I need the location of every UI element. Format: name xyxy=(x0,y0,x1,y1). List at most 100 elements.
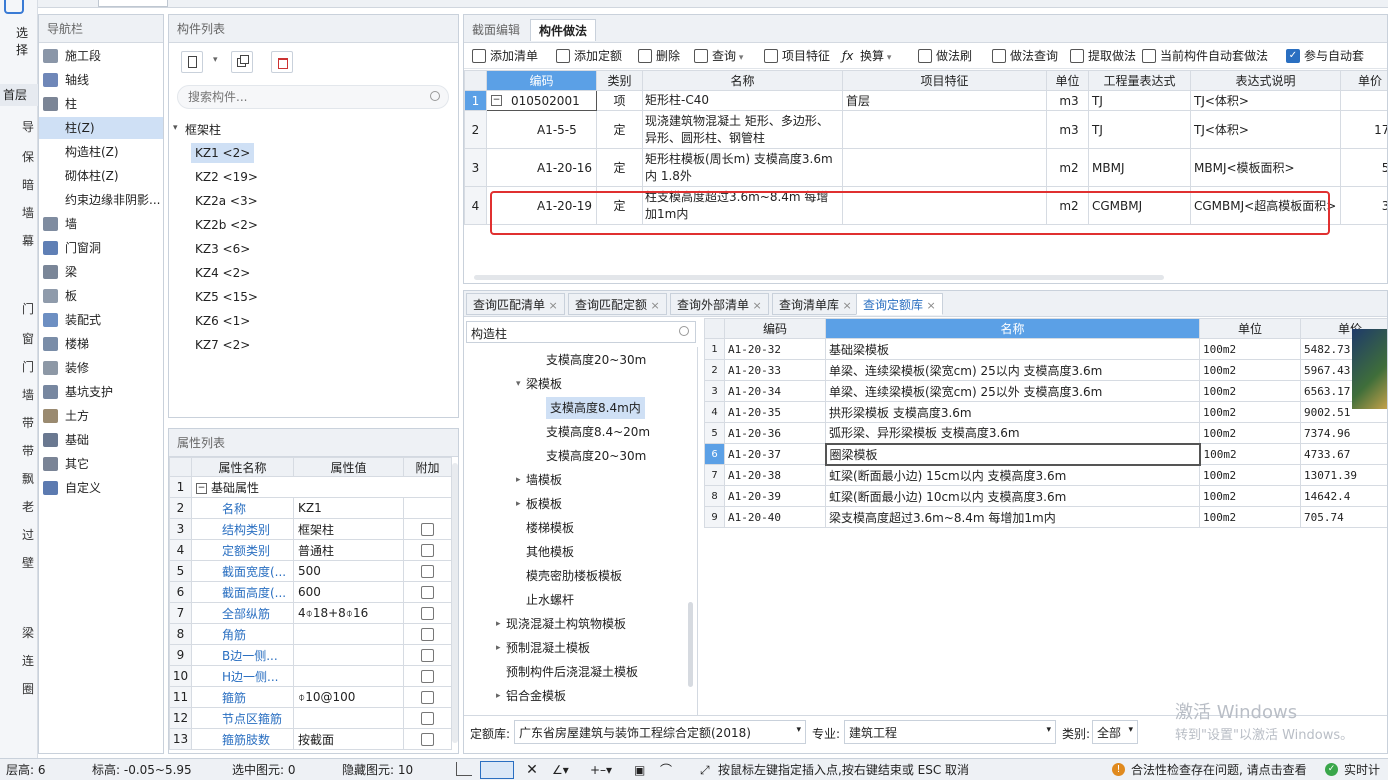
extra-checkbox[interactable] xyxy=(421,670,434,683)
query-tree-item[interactable]: ▸铝合金模板 xyxy=(506,685,566,707)
method-cell-type[interactable]: 定 xyxy=(597,111,643,149)
toolbar-button[interactable]: 查询 ▾ xyxy=(692,43,743,69)
toolbar-button[interactable]: 做法刷 xyxy=(916,43,972,69)
status-warning[interactable]: 合法性检查存在问题, 请点击查看 xyxy=(1131,759,1307,781)
method-row[interactable]: 3A1-20-16定矩形柱模板(周长m) 支模高度3.6m内 1.8外m2MBM… xyxy=(465,149,1388,187)
property-value[interactable]: KZ1 xyxy=(294,498,404,519)
nav-item[interactable]: 基坑支护 xyxy=(39,381,163,403)
method-cell-type[interactable]: 项 xyxy=(597,91,643,111)
toolbar-button[interactable]: 添加定额 xyxy=(554,43,622,69)
quota-row[interactable]: 9A1-20-40梁支模高度超过3.6m~8.4m 每增加1m内100m2705… xyxy=(705,507,1388,528)
query-tree-item[interactable]: 其他模板 xyxy=(526,541,574,563)
new-component-icon[interactable] xyxy=(181,51,203,73)
quota-cell-unit[interactable]: 100m2 xyxy=(1200,360,1301,381)
quota-row[interactable]: 3A1-20-34单梁、连续梁模板(梁宽cm) 25以外 支模高度3.6m100… xyxy=(705,381,1388,402)
method-cell-expr[interactable]: CGMBMJ xyxy=(1089,187,1191,225)
quota-cell-name[interactable]: 单梁、连续梁模板(梁宽cm) 25以内 支模高度3.6m xyxy=(826,360,1200,381)
extra-checkbox[interactable] xyxy=(421,691,434,704)
method-cell-desc[interactable]: TJ<体积> xyxy=(1191,91,1341,111)
component-item[interactable]: KZ3 <6> xyxy=(191,239,254,259)
toolbar-button[interactable]: 提取做法 xyxy=(1068,43,1136,69)
nav-item[interactable]: 轴线 xyxy=(39,69,163,91)
quota-cell-price[interactable]: 705.74 xyxy=(1301,507,1388,528)
method-cell-price[interactable]: 55 xyxy=(1341,149,1388,187)
component-search-input[interactable] xyxy=(188,89,418,105)
nav-item[interactable]: 墙 xyxy=(39,213,163,235)
toolbar-button[interactable]: 做法查询 xyxy=(990,43,1058,69)
property-row[interactable]: 6截面高度(...600 xyxy=(170,582,452,603)
status-realtime-check[interactable]: 实时计 xyxy=(1344,759,1380,781)
method-cell-feature[interactable] xyxy=(843,187,1047,225)
property-value[interactable]: 框架柱 xyxy=(294,519,404,540)
query-tab[interactable]: 查询定额库 × xyxy=(856,293,943,315)
toolbar-button[interactable]: ✓参与自动套 xyxy=(1284,43,1364,69)
arc-icon[interactable]: ⌒ xyxy=(660,761,684,779)
left-strip-item[interactable]: 连 xyxy=(22,652,34,669)
quota-cell-name[interactable]: 圈梁模板 xyxy=(826,444,1200,465)
method-cell-price[interactable]: 175 xyxy=(1341,111,1388,149)
chevron-right-icon[interactable]: ▸ xyxy=(496,613,501,635)
component-item[interactable]: KZ4 <2> xyxy=(191,263,254,283)
quota-row[interactable]: 6A1-20-37圈梁模板100m24733.67 xyxy=(705,444,1388,465)
floor-label[interactable]: 首层 xyxy=(0,84,38,106)
component-item[interactable]: KZ6 <1> xyxy=(191,311,254,331)
property-row[interactable]: 4定额类别普通柱 xyxy=(170,540,452,561)
query-tree-item[interactable]: 止水螺杆 xyxy=(526,589,574,611)
method-cell-type[interactable]: 定 xyxy=(597,187,643,225)
property-value[interactable]: ⌽10@100 xyxy=(294,687,404,708)
quota-cell-code[interactable]: A1-20-32 xyxy=(725,339,826,360)
tree-collapse-icon[interactable]: ▾ xyxy=(173,123,178,133)
nav-item[interactable]: 约束边缘非阴影... xyxy=(39,189,163,211)
method-cell-desc[interactable]: CGMBMJ<超高模板面积> xyxy=(1191,187,1341,225)
component-item[interactable]: KZ2a <3> xyxy=(191,191,262,211)
query-tree-item[interactable]: ▸墙模板 xyxy=(526,469,562,491)
method-cell-feature[interactable]: 首层 xyxy=(843,91,1047,111)
spec-select[interactable]: 建筑工程 ▾ xyxy=(844,720,1056,744)
nav-item[interactable]: 土方 xyxy=(39,405,163,427)
top-input[interactable] xyxy=(98,0,168,7)
method-cell-unit[interactable]: m2 xyxy=(1047,149,1089,187)
quota-cell-code[interactable]: A1-20-39 xyxy=(725,486,826,507)
nav-item[interactable]: 自定义 xyxy=(39,477,163,499)
left-strip-item[interactable]: 老 xyxy=(22,498,34,515)
left-strip-item[interactable]: 导 xyxy=(22,118,34,135)
property-row[interactable]: 2名称KZ1 xyxy=(170,498,452,519)
quota-cell-unit[interactable]: 100m2 xyxy=(1200,507,1301,528)
property-row[interactable]: 10H边一侧... xyxy=(170,666,452,687)
method-cell-expr[interactable]: TJ xyxy=(1089,91,1191,111)
method-cell-name[interactable]: 矩形柱-C40 xyxy=(643,91,843,111)
quota-cell-code[interactable]: A1-20-37 xyxy=(725,444,826,465)
method-cell-feature[interactable] xyxy=(843,111,1047,149)
component-item[interactable]: KZ7 <2> xyxy=(191,335,254,355)
close-icon[interactable]: × xyxy=(839,299,852,312)
angle-icon[interactable]: ∠▾ xyxy=(552,761,580,779)
nav-item[interactable]: 梁 xyxy=(39,261,163,283)
component-item[interactable]: KZ2 <19> xyxy=(191,167,262,187)
tab-section-edit[interactable]: 截面编辑 xyxy=(464,19,528,41)
select-tool-icon[interactable] xyxy=(4,0,24,14)
left-strip-item[interactable]: 壁 xyxy=(22,554,34,571)
ortho-icon[interactable] xyxy=(456,762,472,776)
query-tree-item[interactable]: ▾梁模板 xyxy=(526,373,562,395)
property-value[interactable]: 普通柱 xyxy=(294,540,404,561)
method-cell-expr[interactable]: MBMJ xyxy=(1089,149,1191,187)
quota-cell-name[interactable]: 弧形梁、异形梁模板 支模高度3.6m xyxy=(826,423,1200,444)
method-cell-code[interactable]: A1-5-5 xyxy=(487,111,597,149)
nav-item[interactable]: 装配式 xyxy=(39,309,163,331)
property-value[interactable]: 按截面 xyxy=(294,729,404,750)
query-tree-item[interactable]: 支模高度20~30m xyxy=(546,445,646,467)
nav-item[interactable]: 柱 xyxy=(39,93,163,115)
component-item[interactable]: KZ1 <2> xyxy=(191,143,254,163)
property-row[interactable]: 3结构类别框架柱 xyxy=(170,519,452,540)
left-strip-item[interactable]: 幕 xyxy=(22,232,34,249)
close-icon[interactable]: × xyxy=(923,299,936,312)
property-value[interactable] xyxy=(294,666,404,687)
lock-icon[interactable]: ▣ xyxy=(634,761,652,779)
snap-rect-icon[interactable] xyxy=(480,761,514,779)
method-cell-code[interactable]: −010502001 xyxy=(487,91,597,111)
search-icon[interactable] xyxy=(430,91,440,101)
toolbar-button[interactable]: 当前构件自动套做法 xyxy=(1140,43,1268,69)
method-cell-price[interactable]: 38 xyxy=(1341,187,1388,225)
query-tree-item[interactable]: 支模高度8.4m内 xyxy=(546,397,645,419)
property-value[interactable]: 4⌽18+8⌽16 xyxy=(294,603,404,624)
